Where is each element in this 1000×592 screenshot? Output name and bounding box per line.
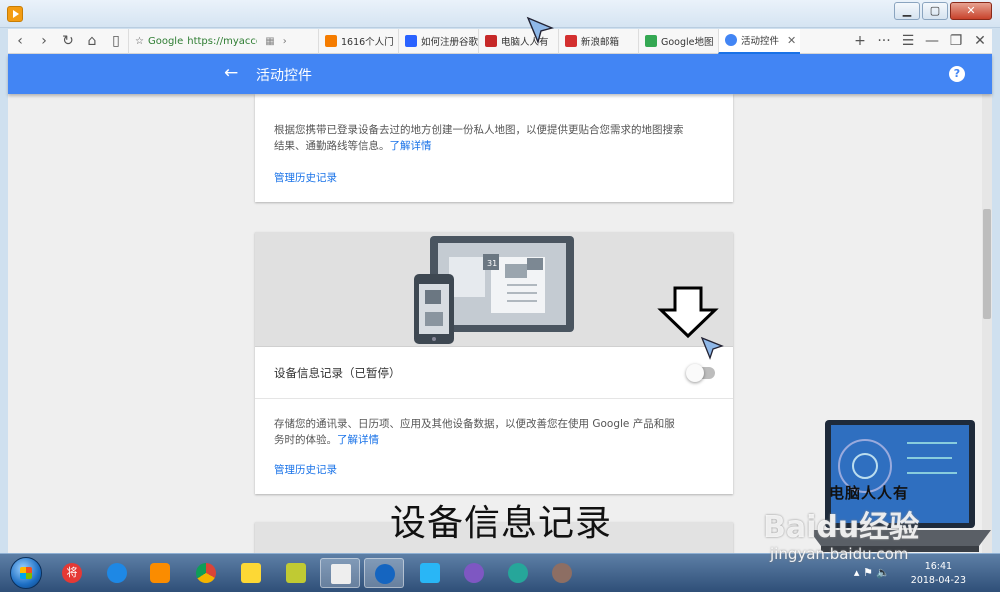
star-icon[interactable]: ☆ bbox=[135, 36, 144, 47]
app-icon bbox=[7, 6, 23, 22]
baidu-watermark: Baidu经验 bbox=[763, 510, 920, 545]
tab-favicon-icon bbox=[645, 35, 657, 47]
reload-icon[interactable]: ↻ bbox=[56, 29, 80, 54]
maximize-button[interactable]: ▢ bbox=[922, 2, 948, 20]
tab-close-icon[interactable]: ✕ bbox=[787, 34, 796, 47]
media-player-icon bbox=[150, 563, 170, 583]
tab-label: 1616个人门 bbox=[341, 37, 394, 48]
toggle-knob bbox=[686, 364, 704, 382]
tab-label: Google地图 bbox=[661, 37, 714, 48]
taskbar-app-remote[interactable] bbox=[410, 558, 450, 588]
taskbar-app-media[interactable] bbox=[140, 558, 180, 588]
back-arrow-icon[interactable]: ← bbox=[224, 63, 238, 83]
tab-favicon-icon bbox=[725, 34, 737, 46]
back-icon[interactable]: ‹ bbox=[8, 29, 32, 54]
start-button[interactable] bbox=[10, 557, 42, 589]
home-icon[interactable]: ⌂ bbox=[80, 29, 104, 54]
learn-more-link[interactable]: 了解详情 bbox=[337, 434, 379, 446]
location-history-card: 根据您携带已登录设备去过的地方创建一份私人地图，以便提供更贴合您需求的地图搜索结… bbox=[255, 94, 733, 202]
device-info-description: 存储您的通讯录、日历项、应用及其他设备数据，以便改善您在使用 Google 产品… bbox=[274, 418, 675, 446]
clock-date: 2018-04-23 bbox=[910, 575, 966, 586]
location-description: 根据您携带已登录设备去过的地方创建一份私人地图，以便提供更贴合您需求的地图搜索结… bbox=[274, 124, 684, 152]
taskbar-app-paint[interactable] bbox=[542, 558, 582, 588]
taskbar-app-ie[interactable] bbox=[97, 558, 137, 588]
device-info-setting-row[interactable]: 设备信息记录（已暂停） bbox=[255, 347, 733, 399]
toolbar-right: + ··· ☰ — ❐ ✕ bbox=[848, 29, 992, 54]
window-titlebar: ▁ ▢ ✕ bbox=[0, 0, 1000, 28]
headset-icon bbox=[508, 563, 528, 583]
taskbar-app-jiang[interactable]: 将 bbox=[52, 558, 92, 588]
more-icon[interactable]: ··· bbox=[872, 29, 896, 54]
address-bar[interactable]: ☆ Google https://myaccoun ▦ › bbox=[128, 28, 318, 54]
qr-icon[interactable]: ▦ bbox=[265, 36, 274, 47]
learn-more-link[interactable]: 了解详情 bbox=[390, 140, 432, 152]
url-host: Google bbox=[147, 35, 184, 47]
cursor-pointer-icon bbox=[700, 336, 724, 360]
url-text: https://myaccoun bbox=[187, 35, 257, 47]
tab-label: 活动控件 bbox=[741, 36, 780, 47]
system-tray[interactable]: ▴ ⚑ 🔈 bbox=[854, 566, 890, 579]
tab-favicon-icon bbox=[565, 35, 577, 47]
device-info-title: 设备信息记录（已暂停） bbox=[274, 366, 401, 380]
clock-time: 16:41 bbox=[924, 561, 953, 572]
minimize-button[interactable]: ▁ bbox=[894, 2, 920, 20]
new-tab-icon[interactable]: + bbox=[848, 29, 872, 54]
tab-register-google[interactable]: 如何注册谷歌 bbox=[398, 28, 478, 54]
manage-history-link[interactable]: 管理历史记录 bbox=[274, 462, 337, 477]
scrollbar-thumb[interactable] bbox=[983, 209, 991, 319]
taskbar-app-browser[interactable] bbox=[364, 558, 404, 588]
manage-history-link[interactable]: 管理历史记录 bbox=[274, 170, 337, 185]
tab-favicon-icon bbox=[405, 35, 417, 47]
chevron-right-icon[interactable]: › bbox=[283, 36, 287, 47]
browser-toolbar: ‹ › ↻ ⌂ ▯ ☆ Google https://myaccoun ▦ › … bbox=[8, 28, 992, 54]
tab-favicon-icon bbox=[485, 35, 497, 47]
browser-minimize-icon[interactable]: — bbox=[920, 29, 944, 54]
overlay-caption: 设备信息记录 bbox=[390, 503, 613, 544]
menu-icon[interactable]: ☰ bbox=[896, 29, 920, 54]
tab-label: 新浪邮箱 bbox=[581, 37, 620, 48]
pinwheel-icon bbox=[464, 563, 484, 583]
cursor-pointer-icon bbox=[526, 16, 554, 44]
folder-icon bbox=[241, 563, 261, 583]
taskbar-app-folder[interactable] bbox=[231, 558, 271, 588]
chrome-icon bbox=[196, 563, 216, 583]
tab-activity-controls[interactable]: 活动控件 ✕ bbox=[718, 28, 800, 54]
svg-text:31: 31 bbox=[487, 259, 497, 268]
jiang-icon: 将 bbox=[62, 563, 82, 583]
device-info-toggle[interactable] bbox=[686, 364, 715, 382]
laptop-text: 电脑人人有 bbox=[829, 484, 910, 502]
device-info-card: 31 设备信息记录（已暂停） 存储您的通讯录、日历项、应用及其他设备数据，以便改… bbox=[255, 232, 733, 494]
window-controls: ▁ ▢ ✕ bbox=[894, 2, 992, 20]
browser-close-icon[interactable]: ✕ bbox=[968, 29, 992, 54]
close-button[interactable]: ✕ bbox=[950, 2, 992, 20]
ie-icon bbox=[107, 563, 127, 583]
notes-icon bbox=[286, 563, 306, 583]
taskbar-clock[interactable]: 16:41 2018-04-23 bbox=[911, 560, 966, 588]
down-arrow-icon bbox=[657, 286, 719, 339]
document-icon bbox=[331, 564, 351, 584]
remote-desktop-icon bbox=[420, 563, 440, 583]
page-title: 活动控件 bbox=[256, 68, 312, 84]
browser-icon bbox=[375, 564, 395, 584]
taskbar-app-headset[interactable] bbox=[498, 558, 538, 588]
tab-sina-mail[interactable]: 新浪邮箱 bbox=[558, 28, 638, 54]
taskbar-app-chrome[interactable] bbox=[186, 558, 226, 588]
tab-1616[interactable]: 1616个人门 bbox=[318, 28, 398, 54]
tab-favicon-icon bbox=[325, 35, 337, 47]
tab-google-maps[interactable]: Google地图 bbox=[638, 28, 718, 54]
tab-label: 如何注册谷歌 bbox=[421, 37, 478, 48]
help-icon[interactable]: ? bbox=[949, 66, 965, 82]
jingyan-url-watermark: jingyan.baidu.com bbox=[770, 545, 909, 563]
browser-restore-icon[interactable]: ❐ bbox=[944, 29, 968, 54]
taskbar-app-pinwheel[interactable] bbox=[454, 558, 494, 588]
paint-icon bbox=[552, 563, 572, 583]
taskbar-app-doc[interactable] bbox=[320, 558, 360, 588]
page-header: ← 活动控件 ? bbox=[8, 54, 992, 94]
taskbar-app-notes[interactable] bbox=[276, 558, 316, 588]
reader-icon[interactable]: ▯ bbox=[104, 29, 128, 54]
forward-icon[interactable]: › bbox=[32, 29, 56, 54]
